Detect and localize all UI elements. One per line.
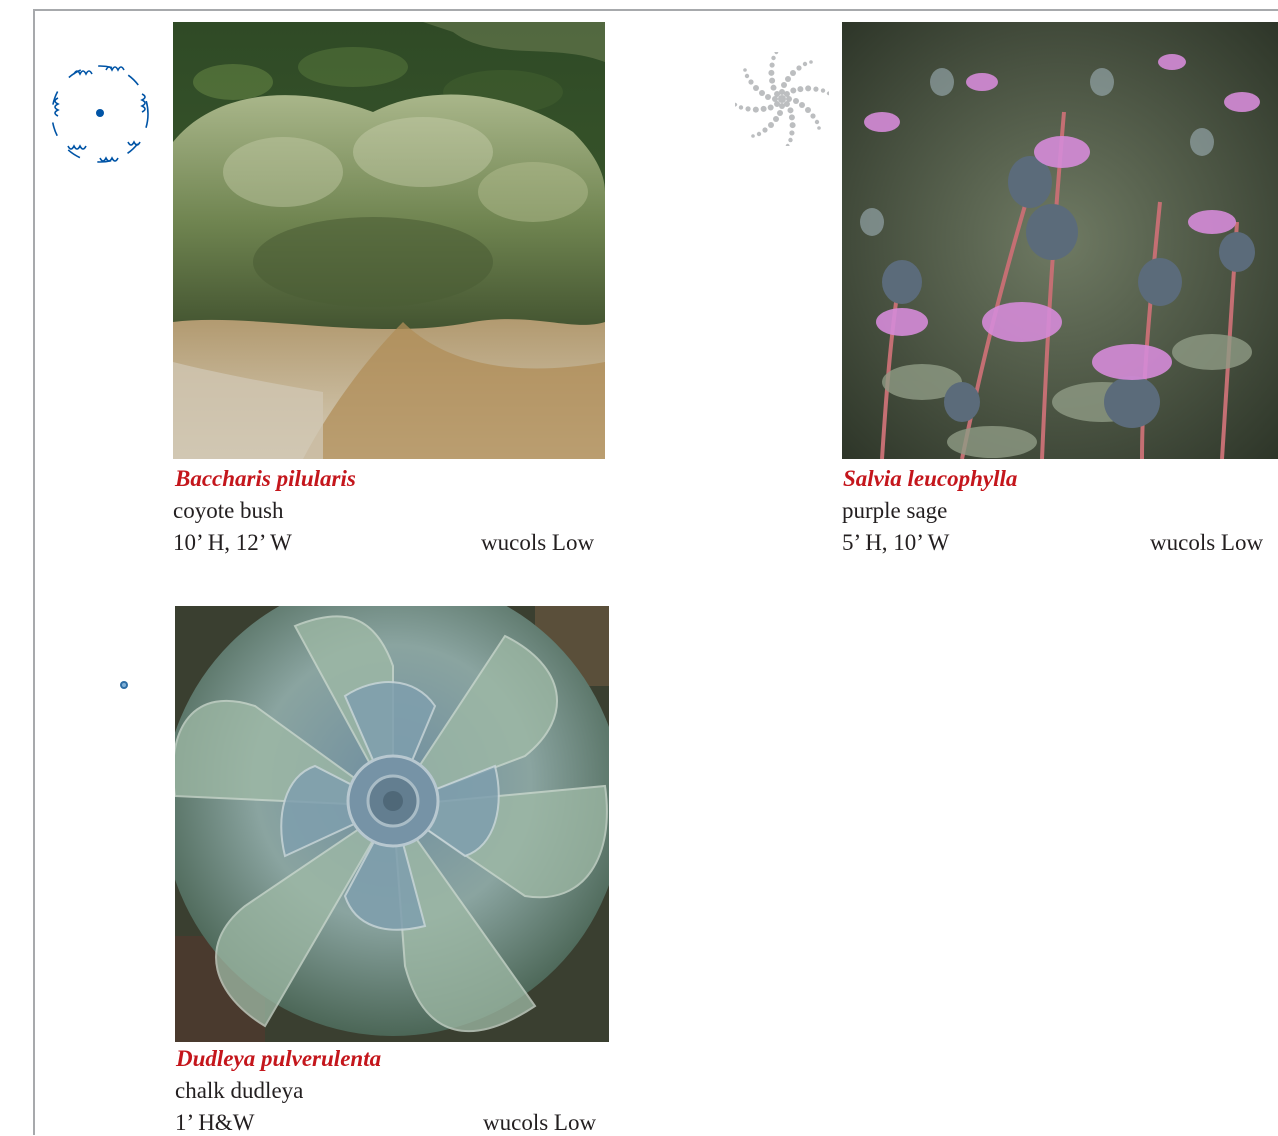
- baccharis-photo: [173, 22, 605, 459]
- salvia-photo: [842, 22, 1278, 459]
- plant-size: 10’ H, 12’ W: [173, 530, 292, 555]
- plant-latin-name: Salvia leucophylla: [843, 466, 1018, 491]
- plant-latin-name: Baccharis pilularis: [175, 466, 356, 491]
- plant-size: 5’ H, 10’ W: [842, 530, 950, 555]
- plant-common-name: coyote bush: [173, 498, 284, 523]
- plant-common-name: chalk dudleya: [175, 1078, 304, 1103]
- small-dot-symbol: [119, 677, 129, 689]
- plant-wucols: wucols Low: [483, 1110, 597, 1135]
- shrub-outline-symbol: [44, 58, 156, 170]
- plant-wucols: wucols Low: [481, 530, 595, 555]
- dudleya-photo: [175, 606, 609, 1042]
- plant-size: 1’ H&W: [175, 1110, 255, 1135]
- plant-latin-name: Dudleya pulverulenta: [176, 1046, 382, 1071]
- plant-common-name: purple sage: [842, 498, 948, 523]
- spiral-leaf-symbol: [732, 49, 832, 149]
- plant-wucols: wucols Low: [1150, 530, 1264, 555]
